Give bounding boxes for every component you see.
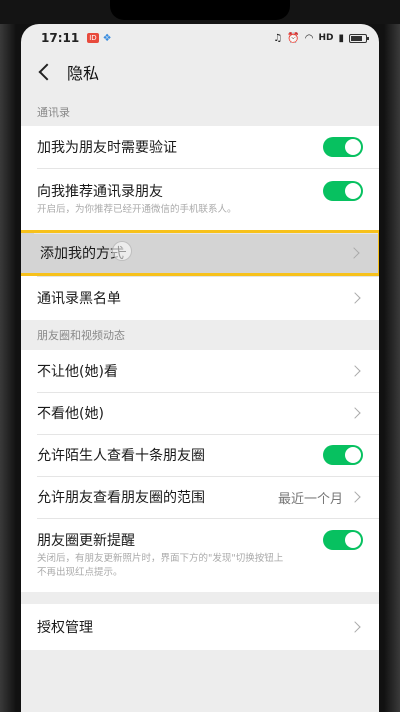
update-toggle[interactable]	[323, 530, 363, 550]
recommend-desc: 开启后，为你推荐已经开通微信的手机联系人。	[37, 204, 237, 215]
auth-group: 授权管理	[21, 604, 379, 650]
dont-see-label: 不看他(她)	[37, 406, 104, 422]
update-desc-line-1: 关闭后，有朋友更新照片时，界面下方的"发现"切换按钮上	[37, 553, 284, 564]
blacklist-label: 通讯录黑名单	[37, 291, 121, 307]
toggle-knob	[345, 183, 361, 199]
update-label: 朋友圈更新提醒	[37, 533, 135, 549]
add-me-row[interactable]: 添加我的方式	[21, 230, 379, 276]
range-value: 最近一个月	[277, 491, 343, 507]
strangers-label: 允许陌生人查看十条朋友圈	[37, 448, 205, 464]
status-bar: 17:11 ID ❖ ♫ ⏰ ◠ HD ▮	[21, 24, 379, 52]
dont-see-row[interactable]: 不看他(她)	[21, 392, 379, 434]
status-time: 17:11	[41, 31, 80, 45]
recommend-label: 向我推荐通讯录朋友	[37, 184, 163, 200]
strangers-row[interactable]: 允许陌生人查看十条朋友圈	[21, 434, 379, 476]
update-desc-line-2: 不再出现红点提示。	[37, 567, 123, 578]
strangers-toggle[interactable]	[323, 445, 363, 465]
chevron-right-icon	[349, 407, 361, 419]
chevron-right-icon	[349, 292, 361, 304]
touch-indicator	[112, 241, 132, 261]
screen: 17:11 ID ❖ ♫ ⏰ ◠ HD ▮ 隐私 通讯录 加我为朋友时需要验证	[21, 24, 379, 712]
recommend-row[interactable]: 向我推荐通讯录朋友 开启后，为你推荐已经开通微信的手机联系人。	[21, 168, 379, 230]
bell-off-icon: ♫	[273, 32, 283, 44]
moments-group: 不让他(她)看 不看他(她) 允许陌生人查看十条朋友圈 允许朋友查看朋友圈的范围…	[21, 350, 379, 592]
chevron-right-icon	[349, 621, 361, 633]
notification-badge: ID	[87, 33, 99, 43]
hide-from-row[interactable]: 不让他(她)看	[21, 350, 379, 392]
chevron-right-icon	[349, 491, 361, 503]
status-icons: ♫ ⏰ ◠ HD ▮	[273, 32, 369, 44]
signal-icon: ▮	[338, 32, 344, 44]
hide-from-label: 不让他(她)看	[37, 364, 118, 380]
range-row[interactable]: 允许朋友查看朋友圈的范围 最近一个月	[21, 476, 379, 518]
page-title: 隐私	[67, 64, 100, 83]
wifi-icon: ◠	[304, 32, 314, 44]
recommend-toggle[interactable]	[323, 181, 363, 201]
chevron-left-icon[interactable]	[38, 63, 56, 81]
toggle-knob	[345, 447, 361, 463]
auth-row[interactable]: 授权管理	[21, 604, 379, 650]
hd-indicator: HD	[318, 33, 334, 43]
chevron-right-icon	[349, 365, 361, 377]
toggle-knob	[345, 532, 361, 548]
chevron-right-icon	[348, 247, 360, 259]
section-header-contacts: 通讯录	[37, 106, 70, 119]
nav-bar: 隐私	[21, 52, 379, 92]
section-gap	[21, 592, 379, 604]
update-row[interactable]: 朋友圈更新提醒 关闭后，有朋友更新照片时，界面下方的"发现"切换按钮上 不再出现…	[21, 518, 379, 592]
contacts-group: 加我为朋友时需要验证 向我推荐通讯录朋友 开启后，为你推荐已经开通微信的手机联系…	[21, 126, 379, 320]
section-header-moments: 朋友圈和视频动态	[37, 329, 125, 342]
battery-icon	[349, 33, 369, 43]
verify-row[interactable]: 加我为朋友时需要验证	[21, 126, 379, 168]
phone-frame: 17:11 ID ❖ ♫ ⏰ ◠ HD ▮ 隐私 通讯录 加我为朋友时需要验证	[0, 0, 400, 712]
camera-notch	[110, 0, 290, 20]
app-notification-icon: ❖	[102, 32, 112, 44]
verify-toggle[interactable]	[323, 137, 363, 157]
verify-label: 加我为朋友时需要验证	[37, 140, 177, 156]
auth-label: 授权管理	[37, 620, 93, 636]
alarm-icon: ⏰	[287, 32, 300, 44]
blacklist-row[interactable]: 通讯录黑名单	[21, 276, 379, 320]
toggle-knob	[345, 139, 361, 155]
range-label: 允许朋友查看朋友圈的范围	[37, 490, 205, 506]
